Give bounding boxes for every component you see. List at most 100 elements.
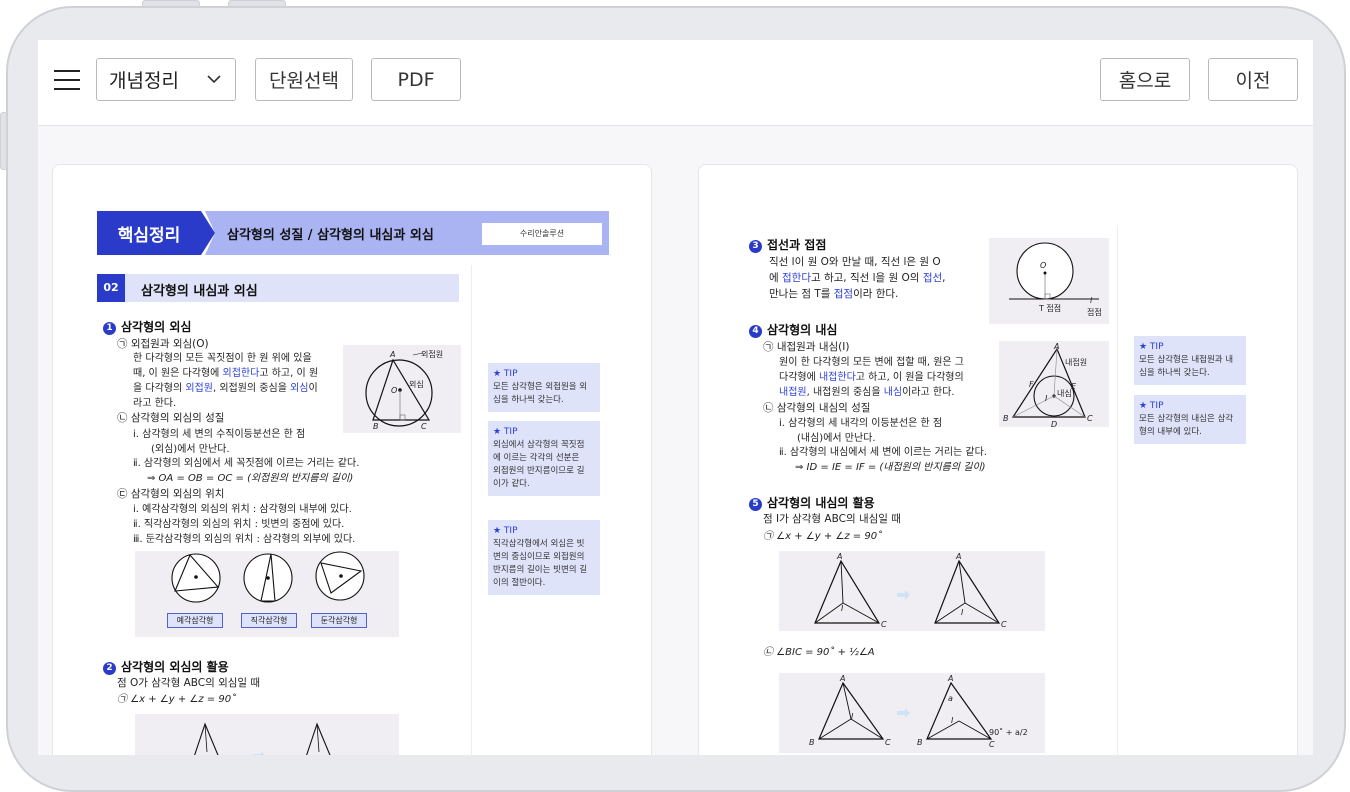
sec3-line3-post: 이라 한다.: [853, 288, 899, 300]
banner-tag: 수리안솔루션: [482, 223, 602, 245]
column-divider-right: [1117, 225, 1118, 755]
sec1-a-line2-blue: 외접한다: [222, 368, 260, 379]
sec2-line1: 점 O가 삼각형 ABC의 외심일 때: [117, 677, 261, 689]
circumcircle-figure: 외접원 외심 A O B C: [343, 345, 461, 433]
section-1-title: 1 삼각형의 외심: [103, 318, 191, 335]
chevron-down-icon: [207, 75, 221, 84]
tip-box-5: ★ TIP 모든 삼각형의 내심은 삼각 형의 내부에 있다.: [1134, 395, 1246, 444]
section-1-number: 1: [103, 322, 116, 335]
sec1-c-i1: ⅰ. 예각삼각형의 외심의 위치 : 삼각형의 내부에 있다.: [133, 504, 352, 515]
circumcircle-diagram: [365, 352, 433, 427]
incenter-fig2-A1: A: [840, 674, 846, 683]
incenter-fig2-A2: A: [948, 674, 954, 683]
tip-2-line-2: 에 이르는 각각의 선분은: [493, 453, 580, 463]
tip-box-3: ★ TIP 직각삼각형에서 외심은 빗 변의 중심이므로 외접원의 반지름의 길…: [488, 520, 600, 595]
incenter-application-diagram-2: [818, 681, 993, 740]
sec1-a-line3-blue2: 외심: [290, 383, 309, 394]
incenter-fig1-A1: A: [837, 552, 843, 561]
unit-select-button[interactable]: 단원선택: [255, 58, 353, 101]
incenter-fig2-a: a: [948, 694, 953, 703]
menu-icon[interactable]: [54, 68, 80, 92]
sec1-c-i2: ⅱ. 직각삼각형의 외심의 위치 : 빗변의 중점에 있다.: [133, 519, 345, 530]
sec4-a-line3-mid: , 내접원의 중심을: [806, 387, 884, 398]
prev-button[interactable]: 이전: [1208, 58, 1298, 101]
section-3-title-text: 접선과 접점: [767, 238, 827, 252]
sec4-b-i3: ⇒ ID = IE = IF = (내접원의 반지름의 길이): [795, 462, 986, 473]
sec1-a-line3-blue1: 외접원: [185, 383, 213, 394]
sec1-a-line3-mid: , 외접원의 중심을: [212, 383, 291, 394]
section-4-number: 4: [749, 325, 762, 338]
sec1-a-title: ㉠ 외접원과 외심(O): [117, 338, 209, 350]
incircle-fig-C: C: [1087, 414, 1093, 423]
sec3-line3-blue: 접점: [833, 288, 854, 300]
incircle-fig-E: E: [1071, 382, 1077, 391]
incenter-fig1-I1: I: [841, 604, 844, 613]
incircle-fig-F: F: [1029, 380, 1034, 389]
right-page[interactable]: 3 접선과 접점 직선 l이 원 O와 만날 때, 직선 l은 원 O 에 접한다…: [698, 164, 1298, 755]
toolbar: 개념정리 단원선택 PDF 홈으로 이전: [38, 40, 1313, 126]
incircle-fig-center-label: 내심: [1057, 389, 1072, 398]
incircle-fig-B: B: [1003, 414, 1009, 423]
sec1-a-line3: 을 다각형의 외접원, 외접원의 중심을 외심이: [133, 381, 318, 396]
sec1-a-line3-pre: 을 다각형의: [133, 383, 186, 394]
tip-1-head: ★ TIP: [493, 369, 518, 379]
incenter-fig1-C2: C: [1001, 620, 1007, 629]
tangent-figure: O T 접점 l 접점: [989, 238, 1109, 324]
tip-4-head: ★ TIP: [1139, 342, 1164, 352]
section-1-title-text: 삼각형의 외심: [121, 320, 192, 334]
tip-5-line-1: 모든 삼각형의 내심은 삼각: [1139, 414, 1234, 424]
tip-3-line-2: 변의 중심이므로 외접원의: [493, 552, 585, 562]
sec3-line2-blue1: 접한다: [782, 272, 811, 284]
incenter-fig2-B2: B: [917, 738, 923, 747]
circumcenter-application-figure: [135, 714, 399, 755]
sec1-b-i2: ⅱ. 삼각형의 외심에서 세 꼭짓점에 이르는 거리는 같다.: [133, 458, 360, 469]
sec5-line1: 점 I가 삼각형 ABC의 내심일 때: [763, 513, 901, 525]
incircle-fig-I: I: [1045, 394, 1048, 403]
tip-2-line-4: 이가 같다.: [493, 479, 530, 489]
screen: 개념정리 단원선택 PDF 홈으로 이전 핵심정리 삼각형의 성질 / 삼각형의…: [38, 40, 1313, 755]
left-page[interactable]: 핵심정리 삼각형의 성질 / 삼각형의 내심과 외심 수리안솔루션 02 삼각형…: [52, 164, 652, 755]
tip-box-4: ★ TIP 모든 삼각형은 내접원과 내 심을 하나씩 갖는다.: [1134, 336, 1246, 385]
incircle-fig-circle-label: 내접원: [1065, 358, 1088, 367]
fig-A: A: [390, 350, 396, 359]
sec4-a-line2: 다각형에 내접한다고 하고, 이 원을 다각형의: [779, 370, 964, 385]
home-button[interactable]: 홈으로: [1100, 58, 1190, 101]
banner-arrow: [201, 211, 215, 255]
tip-3-head: ★ TIP: [493, 526, 518, 536]
tablet-side-button: [0, 112, 7, 170]
incenter-fig2-expr: 90˚ + a/2: [989, 728, 1028, 737]
fig-center-label: 외심: [409, 380, 424, 389]
sec3-line2-post: ,: [942, 272, 946, 284]
sec3-line1: 직선 l이 원 O와 만날 때, 직선 l은 원 O: [769, 256, 941, 268]
incenter-fig1-I2: I: [961, 608, 964, 617]
tip-2-line-1: 외심에서 삼각형의 꼭짓점: [493, 440, 585, 450]
sec3-line2-mid: 고 하고, 직선 l을 원 O의: [810, 272, 923, 284]
banner-title: 삼각형의 성질 / 삼각형의 내심과 외심: [227, 228, 434, 243]
tip-3-line-4: 이의 절반이다.: [493, 578, 546, 588]
sec4-a-line3: 내접원, 내접원의 중심을 내심이라고 한다.: [779, 385, 955, 400]
section-2-title: 2 삼각형의 외심의 활용: [103, 658, 229, 675]
sec4-a-title: ㉠ 내접원과 내심(I): [763, 341, 850, 353]
tip-5-line-2: 형의 내부에 있다.: [1139, 427, 1202, 437]
sec4-b-i1b: (내심)에서 만난다.: [797, 433, 876, 444]
sec1-b-i3: ⇒ OA = OB = OC = (외접원의 반지름의 길이): [147, 473, 354, 484]
incenter-fig2-I2: I: [951, 716, 954, 725]
content-type-select[interactable]: 개념정리: [96, 58, 236, 101]
incircle-fig-A: A: [1054, 342, 1060, 351]
sec4-a-line2-blue: 내접한다: [818, 372, 856, 383]
sec4-b-i1: ⅰ. 삼각형의 세 내각의 이등분선은 한 점: [779, 418, 943, 429]
chapter-title: 삼각형의 내심과 외심: [141, 284, 258, 299]
section-2-title-text: 삼각형의 외심의 활용: [121, 660, 229, 674]
tangent-fig-O: O: [1040, 261, 1047, 270]
tip-3-line-1: 직각삼각형에서 외심은 빗: [493, 539, 585, 549]
tip-4-line-2: 심을 하나씩 갖는다.: [1139, 368, 1210, 378]
incenter-application-figure-1: A A C C I I: [779, 551, 1045, 631]
incircle-fig-D: D: [1051, 420, 1058, 429]
sec5-line3: ㉡ ∠BIC = 90˚ + ½∠A: [763, 647, 875, 658]
section-5-number: 5: [749, 498, 762, 511]
tip-2-head: ★ TIP: [493, 427, 518, 437]
pdf-button[interactable]: PDF: [371, 58, 461, 101]
sec1-c-i3: ⅲ. 둔각삼각형의 외심의 위치 : 삼각형의 외부에 있다.: [133, 534, 356, 545]
caption-obtuse: 둔각삼각형: [311, 613, 367, 628]
sec4-a-line2-post: 고 하고, 이 원을 다각형의: [855, 372, 964, 383]
